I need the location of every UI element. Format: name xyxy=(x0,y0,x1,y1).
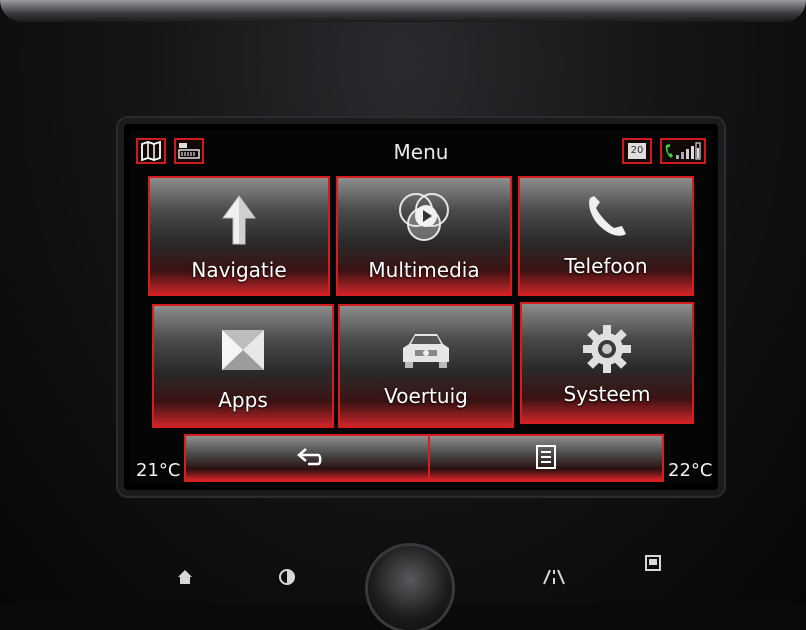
navigation-arrow-icon xyxy=(219,194,259,250)
console-trim xyxy=(0,0,806,22)
screen-off-icon[interactable] xyxy=(644,554,662,576)
apps-label: Apps xyxy=(218,388,268,412)
navigatie-button[interactable]: Navigatie xyxy=(148,176,330,296)
phone-icon xyxy=(582,192,630,244)
apps-button[interactable]: Apps xyxy=(152,304,334,428)
voertuig-label: Voertuig xyxy=(384,384,468,408)
voertuig-button[interactable]: Voertuig xyxy=(338,304,514,428)
options-button[interactable] xyxy=(428,434,664,482)
car-icon xyxy=(399,330,453,374)
multimedia-play-icon xyxy=(394,190,454,248)
multimedia-button[interactable]: Multimedia xyxy=(336,176,512,296)
systeem-button[interactable]: Systeem xyxy=(520,302,694,424)
back-arrow-icon xyxy=(296,446,324,472)
apps-icon xyxy=(220,328,266,376)
navigatie-label: Navigatie xyxy=(191,258,287,282)
back-button[interactable] xyxy=(184,434,430,482)
multimedia-label: Multimedia xyxy=(368,258,480,282)
volume-knob[interactable] xyxy=(368,546,452,630)
home-icon[interactable] xyxy=(176,568,194,590)
systeem-label: Systeem xyxy=(563,382,651,406)
telefoon-label: Telefoon xyxy=(564,254,648,278)
gear-icon xyxy=(582,324,632,378)
temperature-left: 21°C xyxy=(136,460,181,481)
driving-assist-icon[interactable] xyxy=(540,568,568,590)
display-area: Menu 20 Navigatie Multimedia Telefoon Ap… xyxy=(130,130,712,484)
phone-signal-icon[interactable] xyxy=(660,138,706,164)
list-menu-icon xyxy=(534,444,558,474)
touchscreen: Menu 20 Navigatie Multimedia Telefoon Ap… xyxy=(118,118,724,496)
temperature-right: 22°C xyxy=(668,460,713,481)
telefoon-button[interactable]: Telefoon xyxy=(518,176,694,296)
calendar-icon[interactable]: 20 xyxy=(622,138,652,164)
brightness-icon[interactable] xyxy=(278,568,296,590)
date-badge: 20 xyxy=(628,143,646,159)
